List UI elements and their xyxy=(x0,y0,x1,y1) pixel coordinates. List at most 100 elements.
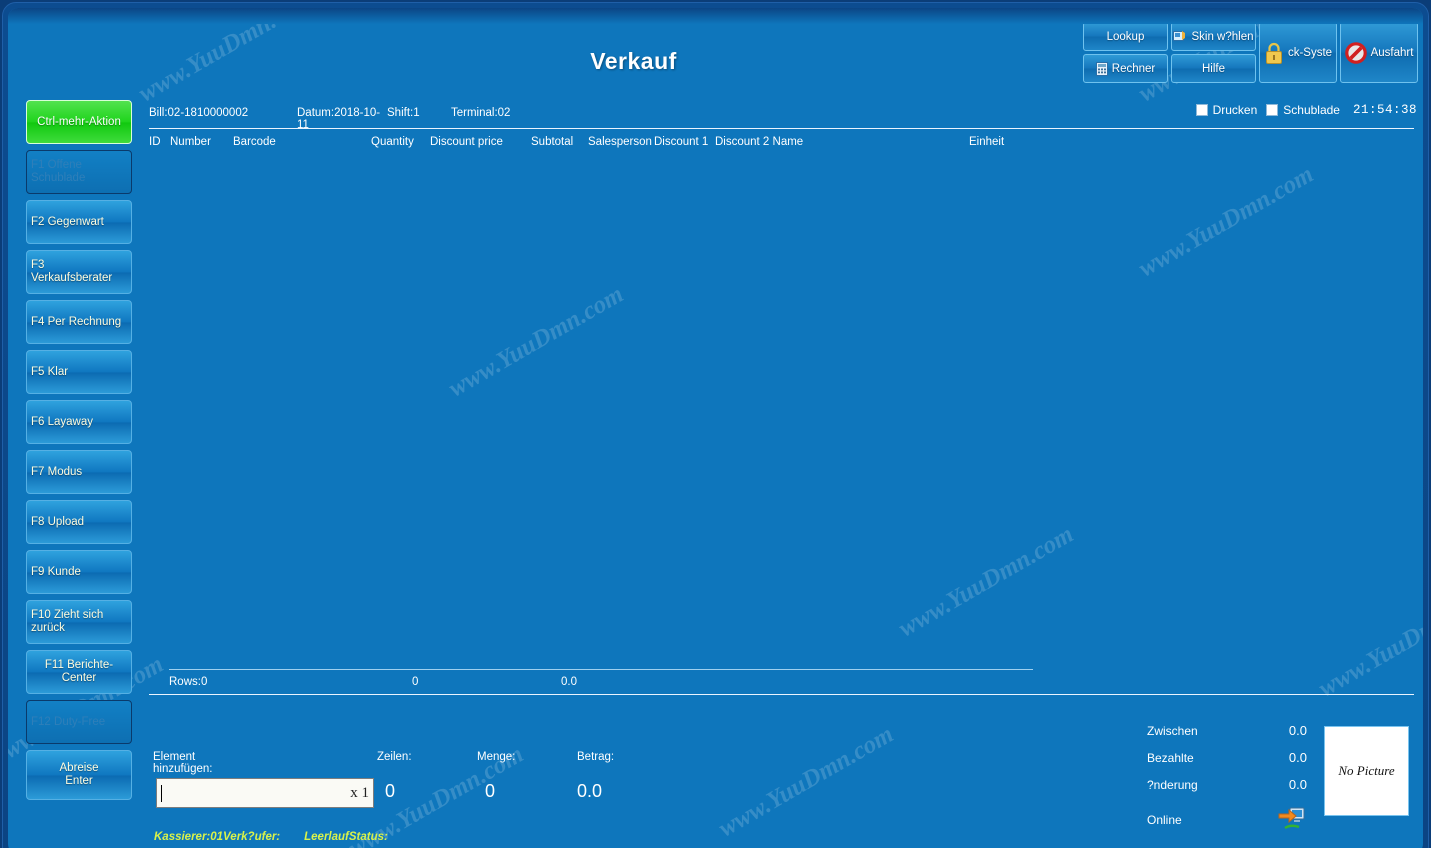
help-label: Hilfe xyxy=(1201,62,1225,75)
sidebar-item-f3-sales-advisor[interactable]: F3 Verkaufsberater xyxy=(26,250,132,294)
no-entry-icon xyxy=(1344,41,1367,64)
quantity-value: 0 xyxy=(485,781,496,801)
sidebar-item-ctrl-more-action[interactable]: Ctrl-mehr-Aktion xyxy=(26,100,132,144)
grid-body[interactable] xyxy=(149,154,1414,668)
calculator-label: Rechner xyxy=(1111,62,1156,75)
sidebar-item-f8-upload[interactable]: F8 Upload xyxy=(26,500,132,544)
text-caret xyxy=(161,784,162,802)
sidebar-label: F4 Per Rechnung xyxy=(31,315,122,328)
sidebar-label: F1 Offene Schublade xyxy=(31,159,86,184)
column-header-subtotal: Subtotal xyxy=(531,136,574,148)
column-header-discount-2-name: Discount 2 Name xyxy=(715,136,804,148)
lookup-label: Lookup xyxy=(1106,30,1145,43)
column-header-discount-1: Discount 1 xyxy=(654,136,709,148)
quantity-label: Menge: xyxy=(477,751,516,763)
add-item-label: Element hinzufügen: xyxy=(153,751,213,775)
grid-summary-row: Rows:0 0 0.0 xyxy=(149,676,1414,692)
help-button[interactable]: Hilfe xyxy=(1171,54,1256,83)
sidebar-item-f10-withdraw[interactable]: F10 Zieht sich zurück xyxy=(26,600,132,644)
total-row-change: ?nderung 0.0 xyxy=(1147,777,1307,792)
sidebar-item-depart-enter[interactable]: Abreise Enter xyxy=(26,750,132,800)
print-label: Drucken xyxy=(1212,103,1258,117)
lock-label: ck-Syste xyxy=(1287,46,1333,59)
skin-button[interactable]: Skin w?hlen xyxy=(1171,22,1256,51)
summary-amount: 0.0 xyxy=(561,676,577,688)
grid-header: ID Number Barcode Quantity Discount pric… xyxy=(149,136,1414,152)
sidebar-item-f6-layaway[interactable]: F6 Layaway xyxy=(26,400,132,444)
sidebar-label: F6 Layaway xyxy=(31,415,94,428)
idle-status: LeerlaufStatus: xyxy=(304,831,388,843)
online-status-icon xyxy=(1277,804,1307,835)
sidebar-item-f4-by-invoice[interactable]: F4 Per Rechnung xyxy=(26,300,132,344)
sidebar-item-f1-open-drawer[interactable]: F1 Offene Schublade xyxy=(26,150,132,194)
sidebar-label: F9 Kunde xyxy=(31,565,81,578)
column-header-salesperson: Salesperson xyxy=(588,136,652,148)
divider-summary-top xyxy=(169,669,1033,670)
lock-system-button[interactable]: ck-Syste xyxy=(1259,22,1337,83)
quantity-multiplier: x 1 xyxy=(350,784,369,801)
calculator-icon xyxy=(1095,61,1108,76)
totals-panel: Zwischen 0.0 Bezahlte 0.0 ?nderung 0.0 O… xyxy=(1147,723,1307,847)
clock: 21:54:38 xyxy=(1352,103,1417,117)
subtotal-label: Zwischen xyxy=(1147,723,1198,738)
change-value: 0.0 xyxy=(1288,777,1307,792)
lock-icon xyxy=(1264,41,1284,65)
drawer-label: Schublade xyxy=(1283,103,1340,117)
total-row-subtotal: Zwischen 0.0 xyxy=(1147,723,1307,738)
sidebar-item-f2-present[interactable]: F2 Gegenwart xyxy=(26,200,132,244)
drawer-checkbox[interactable]: Schublade xyxy=(1266,103,1340,117)
palette-icon xyxy=(1173,30,1187,43)
column-header-barcode: Barcode xyxy=(233,136,276,148)
sidebar-label: Ctrl-mehr-Aktion xyxy=(37,115,121,128)
online-label: Online xyxy=(1147,812,1182,827)
sidebar-label: F12 Duty-Free xyxy=(31,715,106,728)
total-row-online: Online xyxy=(1147,804,1307,835)
column-header-einheit: Einheit xyxy=(969,136,1005,148)
total-row-paid: Bezahlte 0.0 xyxy=(1147,750,1307,765)
column-header-quantity: Quantity xyxy=(371,136,414,148)
sidebar-label: Abreise Enter xyxy=(59,762,99,787)
exit-button[interactable]: Ausfahrt xyxy=(1340,22,1418,83)
sidebar-item-f5-clear[interactable]: F5 Klar xyxy=(26,350,132,394)
sidebar-label: F7 Modus xyxy=(31,465,83,478)
sidebar-label: F2 Gegenwart xyxy=(31,215,104,228)
divider-top xyxy=(149,128,1414,129)
no-picture-label: No Picture xyxy=(1338,763,1395,778)
function-sidebar: Ctrl-mehr-Aktion F1 Offene Schublade F2 … xyxy=(26,100,132,806)
print-checkbox-box[interactable] xyxy=(1195,104,1208,116)
add-item-input[interactable]: x 1 xyxy=(156,778,374,808)
subtotal-value: 0.0 xyxy=(1288,723,1307,738)
column-header-number: Number xyxy=(170,136,211,148)
amount-label: Betrag: xyxy=(577,751,615,763)
amount-value: 0.0 xyxy=(577,781,603,801)
options-row: Drucken Schublade 21:54:38 xyxy=(1195,103,1417,117)
top-toolbar: Lookup Skin w?hlen Rechner Hilfe ck-Syst… xyxy=(1083,22,1418,83)
sidebar-label: F10 Zieht sich zurück xyxy=(31,609,104,634)
sidebar-item-f11-reports-center[interactable]: F11 Berichte-Center xyxy=(26,650,132,694)
lookup-button[interactable]: Lookup xyxy=(1083,22,1168,51)
sidebar-label: F8 Upload xyxy=(31,515,85,528)
drawer-checkbox-box[interactable] xyxy=(1266,104,1279,116)
sidebar-item-f12-duty-free[interactable]: F12 Duty-Free xyxy=(26,700,132,744)
sidebar-item-f9-customer[interactable]: F9 Kunde xyxy=(26,550,132,594)
window-content: www.YuuDmn.com www.YuuDmn.com www.YuuDmn… xyxy=(8,8,1423,848)
print-checkbox[interactable]: Drucken xyxy=(1195,103,1258,117)
sidebar-item-f7-mode[interactable]: F7 Modus xyxy=(26,450,132,494)
sidebar-label: F11 Berichte-Center xyxy=(44,659,114,684)
sidebar-label: F3 Verkaufsberater xyxy=(31,259,113,284)
paid-label: Bezahlte xyxy=(1147,750,1194,765)
exit-label: Ausfahrt xyxy=(1370,46,1414,59)
calculator-button[interactable]: Rechner xyxy=(1083,54,1168,83)
skin-label: Skin w?hlen xyxy=(1191,30,1254,43)
summary-qty: 0 xyxy=(412,676,419,688)
change-label: ?nderung xyxy=(1147,777,1198,792)
sidebar-label: F5 Klar xyxy=(31,365,69,378)
status-bar: Kassierer:01Verk?ufer: LeerlaufStatus: xyxy=(154,831,388,843)
paid-value: 0.0 xyxy=(1288,750,1307,765)
top-divider xyxy=(8,8,1423,24)
column-header-discount-price: Discount price xyxy=(430,136,503,148)
column-header-id: ID xyxy=(149,136,161,148)
product-picture-placeholder: No Picture xyxy=(1324,726,1409,816)
lines-label: Zeilen: xyxy=(377,751,412,763)
summary-rows: Rows:0 xyxy=(169,676,208,688)
